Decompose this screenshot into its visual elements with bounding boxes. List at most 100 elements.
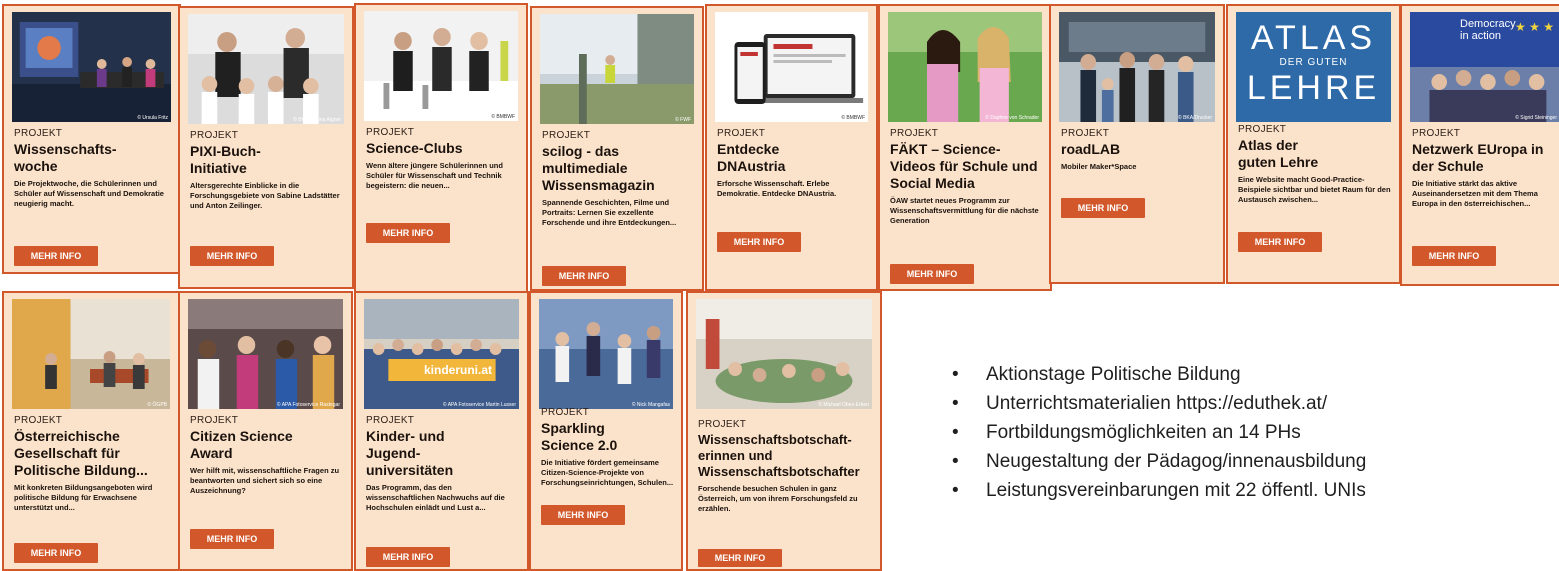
card-description: Altersgerechte Einblicke in die Forschun… xyxy=(190,181,340,210)
card-description: ÖAW startet neues Programm zur Wissensch… xyxy=(890,196,1039,225)
democracy-banner: Democracy in action xyxy=(1460,18,1516,42)
card-atlas-der-guten-lehre[interactable]: ATLAS DER GUTEN LEHRE PROJEKT Atlas der … xyxy=(1226,4,1401,284)
bullet-item: • Neugestaltung der Pädagog/innenausbildu… xyxy=(950,447,1366,476)
photo-credit: © BMBWF xyxy=(491,114,515,120)
bullet-item: • Aktionstage Politische Bildung xyxy=(950,360,1366,389)
card-description: Die Initiative fördert gemeinsame Citize… xyxy=(541,458,674,487)
bullet-list: • Aktionstage Politische Bildung • Unterri… xyxy=(950,360,1366,505)
card-photo: © Nick Mangafas xyxy=(539,299,673,409)
card-title: Atlas der guten Lehre xyxy=(1238,137,1319,170)
card-photo: Democracy in action ★ ★ ★ © Sigrid Stein… xyxy=(1410,12,1559,122)
mehr-info-button[interactable]: MEHR INFO xyxy=(1238,232,1322,252)
card-wissenschaftswoche[interactable]: © Ursula Fritz PROJEKT Wissenschafts-woc… xyxy=(2,4,181,274)
bullet-point-icon: • xyxy=(952,480,959,501)
card-description: Eine Website macht Good-Practice-Beispie… xyxy=(1238,175,1391,204)
photo-credit: © APA Fotoservice Martin Lusser xyxy=(442,402,516,408)
card-kicker: PROJEKT xyxy=(541,407,590,418)
card-kicker: PROJEKT xyxy=(190,130,239,141)
card-kicker: PROJEKT xyxy=(366,415,415,426)
photo-credit: © APA Fotoservice Rastegar xyxy=(276,402,340,408)
mehr-info-button[interactable]: MEHR INFO xyxy=(1412,246,1496,266)
card-photo: © Ursula Fritz xyxy=(12,12,171,122)
mehr-info-button[interactable]: MEHR INFO xyxy=(366,223,450,243)
mehr-info-button[interactable]: MEHR INFO xyxy=(717,232,801,252)
card-netzwerk-europa[interactable]: Democracy in action ★ ★ ★ © Sigrid Stein… xyxy=(1400,4,1559,286)
card-kicker: PROJEKT xyxy=(14,128,63,139)
mehr-info-button[interactable]: MEHR INFO xyxy=(14,246,98,266)
mehr-info-button[interactable]: MEHR INFO xyxy=(542,266,626,286)
card-faekt[interactable]: © Daphne von Schrader PROJEKT FÄKT – Sci… xyxy=(878,4,1052,291)
card-kicker: PROJEKT xyxy=(1238,124,1287,135)
card-description: Das Programm, das den wissenschaftlichen… xyxy=(366,483,505,512)
mehr-info-button[interactable]: MEHR INFO xyxy=(14,543,98,563)
card-description: Wer hilft mit, wissenschaftliche Fragen … xyxy=(190,466,340,495)
card-kicker: PROJEKT xyxy=(1061,128,1110,139)
card-roadlab[interactable]: © BKA/Drucker PROJEKT roadLAB Mobiler Ma… xyxy=(1049,4,1225,284)
card-description: Erforsche Wissenschaft. Erlebe Demokrati… xyxy=(717,179,837,198)
mehr-info-button[interactable]: MEHR INFO xyxy=(190,529,274,549)
card-description: Die Initiative stärkt das aktive Auseina… xyxy=(1412,179,1538,208)
card-title: Wissenschaftsbotschaft-erinnen und Wisse… xyxy=(698,432,860,479)
kinderuni-banner-text: kinderuni.at xyxy=(424,363,493,377)
bullet-point-icon: • xyxy=(952,364,959,385)
card-photo: © BKA/Drucker xyxy=(1059,12,1215,122)
bullet-point-icon: • xyxy=(952,422,959,443)
card-kicker: PROJEKT xyxy=(1412,128,1461,139)
card-kicker: PROJEKT xyxy=(698,419,747,430)
mehr-info-button[interactable]: MEHR INFO xyxy=(366,547,450,567)
card-photo: © APA Fotoservice Rastegar xyxy=(188,299,343,409)
card-kicker: PROJEKT xyxy=(190,415,239,426)
card-science-clubs[interactable]: © BMBWF PROJEKT Science-Clubs Wenn älter… xyxy=(354,3,528,299)
mehr-info-button[interactable]: MEHR INFO xyxy=(890,264,974,284)
card-photo: kinderuni.at © APA Fotoservice Martin Lu… xyxy=(364,299,519,409)
card-oegpb[interactable]: © ÖGPB PROJEKT Österreichische Gesellsch… xyxy=(2,291,180,571)
card-scilog[interactable]: © FWF PROJEKT scilog - das multimediale … xyxy=(530,6,704,291)
bullet-text: Unterrichtsmaterialien https://eduthek.a… xyxy=(986,393,1328,414)
card-title: Citizen Science Award xyxy=(190,428,293,461)
mehr-info-button[interactable]: MEHR INFO xyxy=(1061,198,1145,218)
card-kinderuni[interactable]: kinderuni.at © APA Fotoservice Martin Lu… xyxy=(354,291,529,571)
card-kicker: PROJEKT xyxy=(366,127,415,138)
photo-credit: © ÖGPB xyxy=(147,402,167,408)
card-citizen-science-award[interactable]: © APA Fotoservice Rastegar PROJEKT Citiz… xyxy=(178,291,353,571)
photo-credit: © Michael Obex-Erben xyxy=(818,402,869,408)
photo-credit: © Daphne von Schrader xyxy=(985,115,1039,121)
bullet-item: • Unterrichtsmaterialien https://eduthek.… xyxy=(950,389,1366,418)
card-photo: © Michael Obex-Erben xyxy=(696,299,872,409)
card-photo: © BMBWF xyxy=(364,11,518,121)
card-title: PIXI-Buch-Initiative xyxy=(190,143,261,176)
card-kicker: PROJEKT xyxy=(717,128,766,139)
card-title: Science-Clubs xyxy=(366,140,463,156)
card-title: Entdecke DNAustria xyxy=(717,141,786,174)
card-photo: © BMBWF xyxy=(715,12,868,122)
mehr-info-button[interactable]: MEHR INFO xyxy=(541,505,625,525)
card-description: Mobiler Maker*Space xyxy=(1061,162,1137,171)
card-photo: © ÖGPB xyxy=(12,299,170,409)
eu-stars-icon: ★ ★ ★ xyxy=(1515,20,1554,34)
card-photo: © BKA/Regina Aigner xyxy=(188,14,344,124)
card-pixi-buch[interactable]: © BKA/Regina Aigner PROJEKT PIXI-Buch-In… xyxy=(178,6,354,289)
photo-credit: © BKA/Drucker xyxy=(1178,115,1212,121)
card-description: Forschende besuchen Schulen in ganz Öste… xyxy=(698,484,858,513)
mehr-info-button[interactable]: MEHR INFO xyxy=(698,549,782,567)
card-sparkling-science[interactable]: © Nick Mangafas PROJEKT Sparkling Scienc… xyxy=(529,291,683,571)
bullet-item: • Fortbildungsmöglichkeiten an 14 PHs xyxy=(950,418,1366,447)
card-kicker: PROJEKT xyxy=(14,415,63,426)
card-title: Kinder- und Jugend-universitäten xyxy=(366,428,454,478)
card-title: Wissenschafts-woche xyxy=(14,141,117,174)
card-title: scilog - das multimediale Wissensmagazin xyxy=(542,143,655,193)
card-dnaustria[interactable]: © BMBWF PROJEKT Entdecke DNAustria Erfor… xyxy=(705,4,878,291)
card-title: Sparkling Science 2.0 xyxy=(541,420,618,453)
card-photo: © FWF xyxy=(540,14,694,124)
card-title: Österreichische Gesellschaft für Politis… xyxy=(14,428,148,478)
bullet-text: Fortbildungsmöglichkeiten an 14 PHs xyxy=(986,422,1301,443)
bullet-point-icon: • xyxy=(952,393,959,414)
card-title: Netzwerk EUropa in der Schule xyxy=(1412,141,1544,174)
atlas-logo: ATLAS DER GUTEN LEHRE xyxy=(1246,19,1381,107)
card-wissenschaftsbotschafter[interactable]: © Michael Obex-Erben PROJEKT Wissenschaf… xyxy=(686,291,882,571)
card-description: Wenn ältere jüngere Schülerinnen und Sch… xyxy=(366,161,503,190)
card-title: FÄKT – Science-Videos für Schule und Soc… xyxy=(890,141,1038,191)
mehr-info-button[interactable]: MEHR INFO xyxy=(190,246,274,266)
card-kicker: PROJEKT xyxy=(890,128,939,139)
card-description: Die Projektwoche, die Schülerinnen und S… xyxy=(14,179,164,208)
